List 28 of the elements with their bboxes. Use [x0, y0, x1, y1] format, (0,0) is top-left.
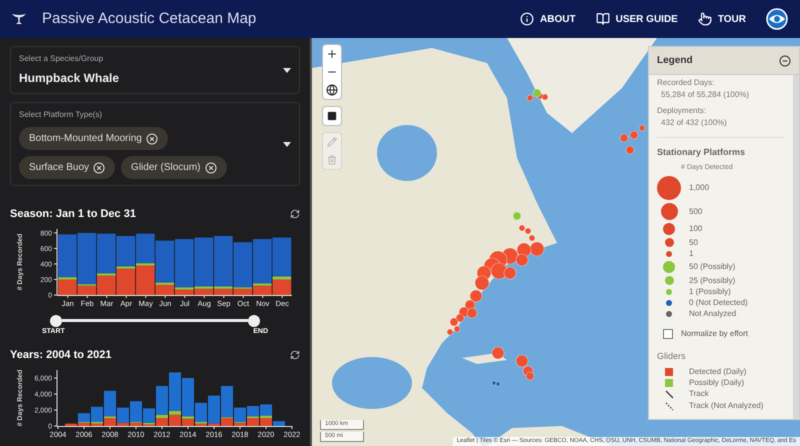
legend-label: 100 — [689, 225, 702, 233]
field-value: Humpback Whale — [19, 70, 120, 87]
stat-value: 432 of 432 (100%) — [660, 117, 728, 129]
legend-label: 500 — [689, 208, 702, 216]
field-label: Select a Species/Group — [19, 53, 104, 65]
legend-label: 1 — [689, 250, 694, 258]
legend-label: Track — [689, 390, 709, 398]
legend-section-title: Gliders — [657, 350, 687, 363]
legend-label: 1,000 — [689, 184, 710, 192]
legend-title: Legend — [657, 54, 693, 68]
stat-label: Deployments: — [657, 105, 707, 117]
legend-label: Possibly (Daily) — [689, 378, 744, 386]
legend-label: 50 — [689, 238, 698, 246]
stat-value: 55,284 of 55,284 (100%) — [660, 89, 750, 101]
legend-label: 25 (Possibly) — [689, 276, 736, 284]
legend-label: Not Analyzed — [689, 310, 736, 318]
checkbox-label: Normalize by effort — [681, 328, 748, 340]
legend-label: Detected (Daily) — [689, 368, 746, 376]
section-title: Years: 2004 to 2021 — [10, 348, 112, 363]
section-title: Season: Jan 1 to Dec 31 — [10, 207, 136, 222]
legend-section-title: Stationary Platforms — [657, 146, 746, 159]
legend-label: 50 (Possibly) — [689, 263, 736, 271]
field-label: Select Platform Type(s) — [19, 109, 103, 121]
app-title: Passive Acoustic Cetacean Map — [42, 8, 256, 29]
legend-label: 0 (Not Detected) — [689, 299, 748, 307]
legend-label: 1 (Possibly) — [689, 288, 731, 296]
stat-label: Recorded Days: — [657, 77, 716, 89]
legend-label: Track (Not Analyzed) — [689, 402, 764, 410]
